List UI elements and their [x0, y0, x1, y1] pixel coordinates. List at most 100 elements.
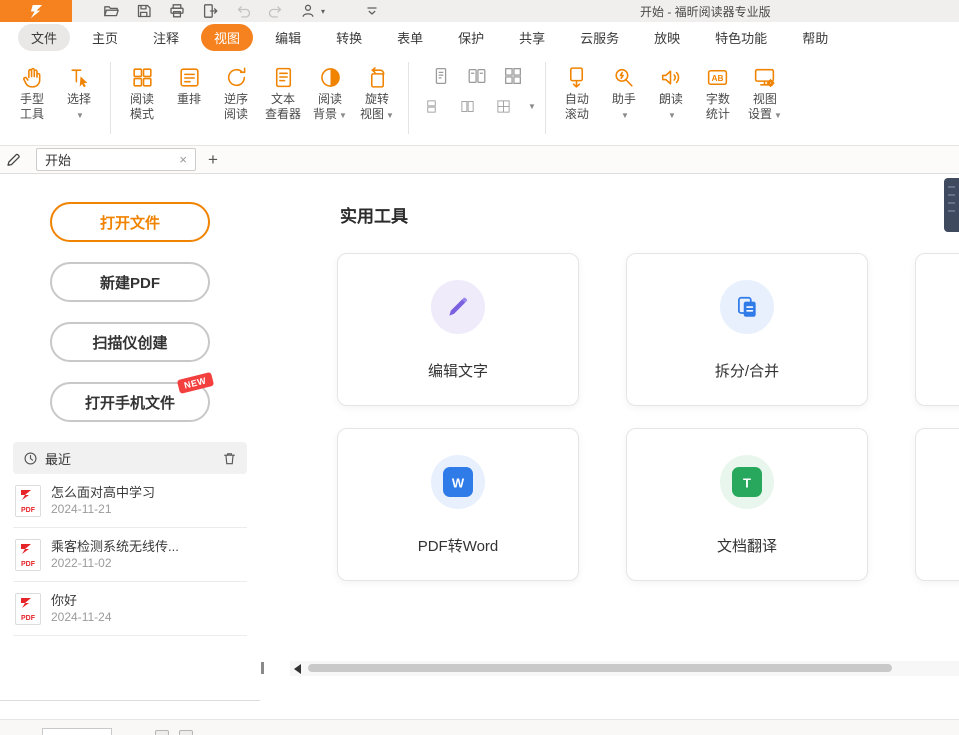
label: 工具: [20, 107, 44, 122]
word-count-button[interactable]: AB 字数 统计: [696, 60, 740, 125]
page-number-input[interactable]: [42, 728, 112, 735]
read-aloud-button[interactable]: 朗读 ▼: [649, 60, 693, 125]
tab-comment[interactable]: 注释: [140, 24, 192, 51]
recent-section-header: 最近: [13, 442, 247, 474]
horizontal-scrollbar[interactable]: [290, 661, 959, 676]
redo-icon[interactable]: [267, 3, 284, 20]
scroll-left-icon[interactable]: [294, 664, 301, 674]
status-tool-icon[interactable]: [155, 730, 169, 735]
tab-form[interactable]: 表单: [384, 24, 436, 51]
card-edit-text[interactable]: 编辑文字: [337, 253, 579, 406]
open-folder-icon[interactable]: [102, 3, 119, 20]
divider: [408, 62, 409, 134]
word-doc-icon: W: [431, 455, 485, 509]
reading-background-button[interactable]: 阅读 背景▼: [308, 60, 352, 125]
sidebar-bottom-divider: [0, 700, 260, 701]
rotate-view-button[interactable]: 旋转 视图▼: [355, 60, 399, 125]
assistant-button[interactable]: 助手 ▼: [602, 60, 646, 125]
start-sidebar: 打开文件 新建PDF 扫描仪创建 打开手机文件 NEW 最近 PDF: [0, 174, 260, 735]
collapse-ribbon-icon[interactable]: [363, 3, 380, 20]
card-split-merge[interactable]: 拆分/合并: [626, 253, 868, 406]
title-bar: ▾ 开始 - 福昕阅读器专业版: [0, 0, 959, 22]
two-column-layout-button[interactable]: [454, 94, 480, 118]
scanner-create-button[interactable]: 扫描仪创建: [50, 322, 210, 362]
reverse-reading-button[interactable]: 逆序 阅读: [214, 60, 258, 125]
tab-protect[interactable]: 保护: [445, 24, 497, 51]
recent-file-date: 2022-11-02: [51, 555, 179, 571]
recent-file-name: 乘客检测系统无线传...: [51, 538, 179, 555]
auto-scroll-button[interactable]: 自动 滚动: [555, 60, 599, 125]
hand-tool-button[interactable]: 手型 工具: [10, 60, 54, 125]
first-page-button[interactable]: «: [10, 728, 18, 735]
card-label: 拆分/合并: [715, 360, 779, 381]
recent-file-item[interactable]: PDF 怎么面对高中学习 2024-11-21: [13, 474, 247, 528]
chevron-down-icon: ▼: [386, 111, 394, 120]
tab-view[interactable]: 视图: [201, 24, 253, 51]
status-tool-icon[interactable]: [179, 730, 193, 735]
single-page-layout-button[interactable]: [428, 64, 454, 88]
tab-home[interactable]: 主页: [79, 24, 131, 51]
tab-slideshow[interactable]: 放映: [641, 24, 693, 51]
window-title: 开始 - 福昕阅读器专业版: [640, 3, 771, 20]
card-partial[interactable]: [915, 253, 959, 406]
group-page-layout: ▼: [418, 64, 536, 118]
pencil-icon[interactable]: [0, 152, 26, 168]
chevron-down-icon: ▼: [621, 111, 629, 120]
auto-scroll-icon: [564, 62, 589, 92]
open-mobile-file-button[interactable]: 打开手机文件 NEW: [50, 382, 210, 422]
tab-cloud[interactable]: 云服务: [567, 24, 632, 51]
recent-file-date: 2024-11-21: [51, 501, 155, 517]
prev-page-button[interactable]: ‹: [28, 728, 33, 735]
grid-page-layout-button[interactable]: [500, 64, 526, 88]
tab-help[interactable]: 帮助: [789, 24, 841, 51]
tab-share[interactable]: 共享: [506, 24, 558, 51]
close-tab-icon[interactable]: ×: [179, 152, 187, 167]
chevron-down-icon[interactable]: ▼: [528, 102, 536, 111]
continuous-layout-button[interactable]: [418, 94, 444, 118]
export-icon[interactable]: [201, 3, 218, 20]
tab-convert[interactable]: 转换: [323, 24, 375, 51]
ribbon-tab-bar: 文件 主页 注释 视图 编辑 转换 表单 保护 共享 云服务 放映 特色功能 帮…: [0, 22, 959, 52]
save-icon[interactable]: [135, 3, 152, 20]
svg-text:T: T: [743, 476, 751, 491]
view-settings-button[interactable]: 视图 设置▼: [743, 60, 787, 125]
card-pdf-to-word[interactable]: W PDF转Word: [337, 428, 579, 581]
floating-page-nav-widget[interactable]: [944, 178, 959, 232]
sidebar-resize-handle[interactable]: [261, 662, 264, 674]
read-mode-button[interactable]: 阅读 模式: [120, 60, 164, 125]
card-doc-translate[interactable]: T 文档翻译: [626, 428, 868, 581]
clock-icon: [23, 451, 38, 466]
section-title: 实用工具: [340, 202, 408, 227]
chevron-down-icon: ▼: [339, 111, 347, 120]
text-viewer-icon: [271, 62, 296, 92]
tools-panel: 实用工具 编辑文字 拆分/合并 W PDF转Word T: [260, 174, 959, 735]
card-partial[interactable]: [915, 428, 959, 581]
facing-page-layout-button[interactable]: [464, 64, 490, 88]
pdf-file-icon: PDF: [15, 593, 41, 625]
divider: [110, 62, 111, 134]
group-tools: 手型 工具 选择 ▼: [10, 60, 101, 125]
chevron-down-icon[interactable]: ▾: [321, 7, 325, 16]
split-view-layout-button[interactable]: [490, 94, 516, 118]
new-pdf-button[interactable]: 新建PDF: [50, 262, 210, 302]
recent-title: 最近: [45, 449, 215, 468]
reflow-button[interactable]: 重排: [167, 60, 211, 125]
last-page-button[interactable]: »: [137, 728, 145, 735]
scrollbar-thumb[interactable]: [308, 664, 892, 672]
tab-edit[interactable]: 编辑: [262, 24, 314, 51]
share-user-icon[interactable]: [300, 3, 317, 20]
text-viewer-button[interactable]: 文本 查看器: [261, 60, 305, 125]
recent-file-item[interactable]: PDF 你好 2024-11-24: [13, 582, 247, 636]
tab-features[interactable]: 特色功能: [702, 24, 780, 51]
tab-file[interactable]: 文件: [18, 24, 70, 51]
open-file-button[interactable]: 打开文件: [50, 202, 210, 242]
next-page-button[interactable]: ›: [122, 728, 127, 735]
new-tab-button[interactable]: +: [208, 150, 218, 170]
undo-icon[interactable]: [234, 3, 251, 20]
assistant-icon: [611, 62, 636, 92]
doc-tab-start[interactable]: 开始 ×: [36, 148, 196, 171]
trash-icon[interactable]: [222, 451, 237, 466]
recent-file-item[interactable]: PDF 乘客检测系统无线传... 2022-11-02: [13, 528, 247, 582]
select-tool-button[interactable]: 选择 ▼: [57, 60, 101, 125]
print-icon[interactable]: [168, 3, 185, 20]
